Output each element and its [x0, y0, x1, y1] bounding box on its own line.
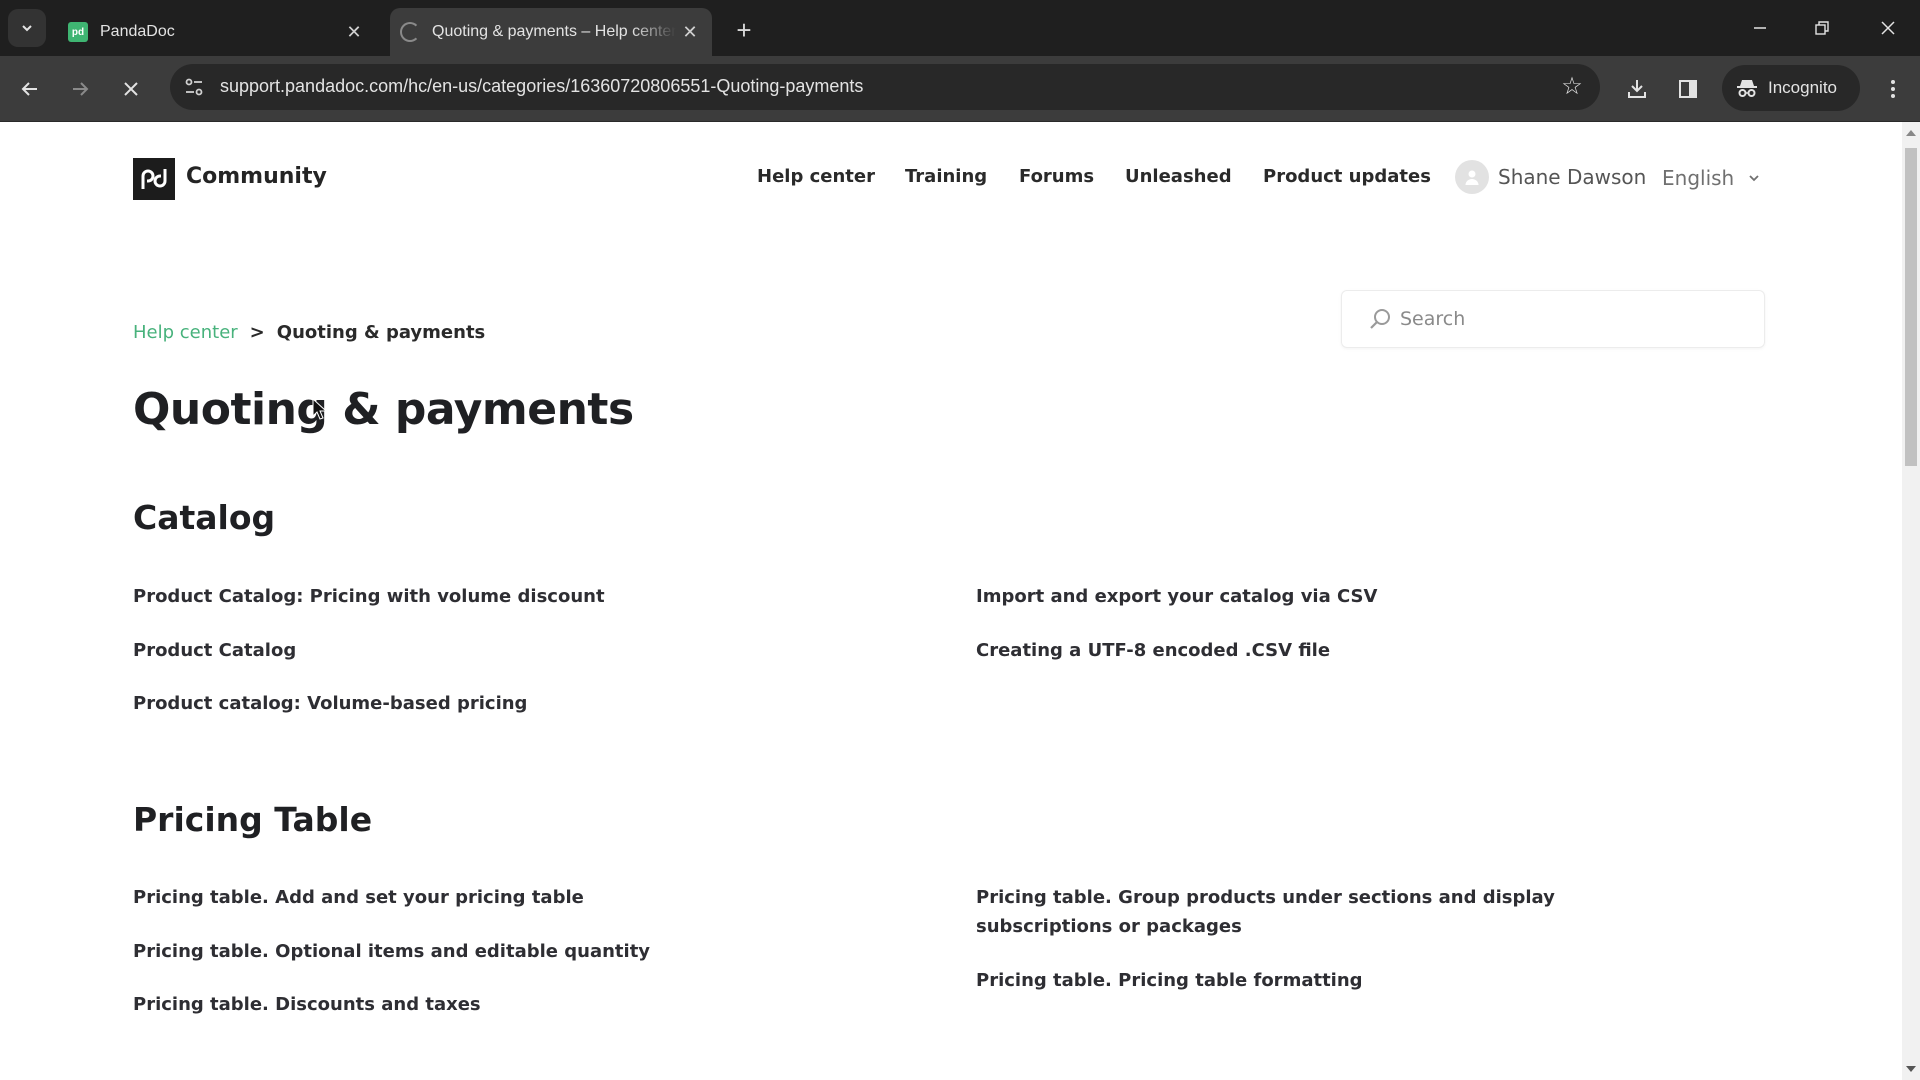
- pandadoc-favicon-icon: pd: [68, 22, 88, 42]
- restore-button[interactable]: [1800, 8, 1844, 48]
- article-link[interactable]: Product Catalog: Pricing with volume dis…: [133, 582, 913, 611]
- tab-title: Quoting & payments – Help center: [432, 23, 677, 40]
- download-icon: [1628, 80, 1646, 98]
- pandadoc-logo[interactable]: [133, 158, 175, 200]
- section-title-catalog[interactable]: Catalog: [133, 498, 275, 537]
- downloads-button[interactable]: [1620, 72, 1654, 106]
- brand-name[interactable]: Community: [186, 164, 327, 189]
- restore-icon: [1815, 21, 1829, 35]
- avatar: [1455, 160, 1489, 194]
- nav-product-updates[interactable]: Product updates: [1263, 166, 1431, 187]
- user-menu[interactable]: Shane Dawson: [1455, 160, 1646, 194]
- browser-tab-bar: pd PandaDoc ✕ Quoting & payments – Help …: [0, 0, 1920, 56]
- article-link[interactable]: Product Catalog: [133, 636, 913, 665]
- breadcrumb-help-center[interactable]: Help center: [133, 322, 238, 343]
- site-info-icon[interactable]: [182, 75, 206, 99]
- breadcrumb-separator: >: [249, 322, 265, 343]
- section-title-pricing-table[interactable]: Pricing Table: [133, 800, 372, 839]
- article-link[interactable]: Product catalog: Volume-based pricing: [133, 689, 913, 718]
- url-text[interactable]: support.pandadoc.com/hc/en-us/categories…: [220, 76, 863, 97]
- stop-icon: [124, 82, 138, 96]
- article-link[interactable]: Pricing table. Pricing table formatting: [976, 966, 1556, 995]
- close-icon: [1881, 21, 1895, 35]
- article-link[interactable]: Pricing table. Discounts and taxes: [133, 990, 913, 1019]
- browser-toolbar: support.pandadoc.com/hc/en-us/categories…: [0, 56, 1920, 122]
- more-vertical-icon: [1891, 80, 1895, 98]
- side-panel-icon: [1679, 80, 1697, 98]
- browser-menu-button[interactable]: [1876, 72, 1910, 106]
- tab-title: PandaDoc: [100, 23, 175, 40]
- back-button[interactable]: [13, 72, 47, 106]
- language-label: English: [1662, 166, 1735, 190]
- mouse-cursor-icon: [312, 398, 328, 420]
- loading-spinner-icon: [400, 22, 420, 42]
- article-link[interactable]: Pricing table. Optional items and editab…: [133, 937, 913, 966]
- address-bar[interactable]: support.pandadoc.com/hc/en-us/categories…: [170, 64, 1600, 110]
- article-link[interactable]: Pricing table. Group products under sect…: [976, 883, 1556, 941]
- forward-button[interactable]: [63, 72, 97, 106]
- side-panel-button[interactable]: [1671, 72, 1705, 106]
- language-selector[interactable]: English: [1662, 166, 1760, 190]
- search-icon: [1370, 309, 1390, 329]
- close-tab-icon[interactable]: ✕: [340, 18, 368, 46]
- tab-search-button[interactable]: [8, 9, 46, 47]
- nav-training[interactable]: Training: [905, 166, 987, 187]
- bookmark-star-icon[interactable]: ☆: [1558, 73, 1586, 101]
- user-icon: [1465, 170, 1479, 185]
- search-box[interactable]: [1341, 290, 1765, 348]
- scroll-down-arrow-icon[interactable]: [1906, 1066, 1916, 1072]
- tab-quoting-payments[interactable]: Quoting & payments – Help center ✕: [390, 8, 712, 56]
- tab-pandadoc[interactable]: pd PandaDoc ✕: [58, 8, 376, 56]
- nav-help-center[interactable]: Help center: [757, 166, 875, 187]
- breadcrumb: Help center > Quoting & payments: [133, 322, 485, 343]
- article-link[interactable]: Pricing table. Add and set your pricing …: [133, 883, 913, 912]
- breadcrumb-current: Quoting & payments: [276, 322, 486, 343]
- incognito-icon: [1737, 80, 1757, 97]
- scroll-up-arrow-icon[interactable]: [1906, 130, 1916, 136]
- close-tab-icon[interactable]: ✕: [676, 18, 704, 46]
- help-center-page: Community Help center Training Forums Un…: [0, 122, 1902, 1080]
- article-link[interactable]: Creating a UTF-8 encoded .CSV file: [976, 636, 1556, 665]
- incognito-label: Incognito: [1768, 78, 1837, 97]
- minimize-icon: [1754, 27, 1766, 29]
- user-name: Shane Dawson: [1498, 165, 1647, 189]
- arrow-left-icon: [21, 82, 37, 96]
- search-input[interactable]: [1400, 308, 1730, 330]
- pandadoc-logo-icon: [141, 169, 167, 189]
- page-scrollbar[interactable]: [1902, 122, 1920, 1080]
- close-window-button[interactable]: [1866, 8, 1910, 48]
- new-tab-button[interactable]: +: [728, 14, 760, 46]
- chevron-down-icon: [1749, 175, 1759, 182]
- incognito-indicator[interactable]: Incognito: [1722, 65, 1860, 111]
- nav-unleashed[interactable]: Unleashed: [1125, 166, 1232, 187]
- scrollbar-thumb[interactable]: [1905, 148, 1917, 466]
- arrow-right-icon: [73, 82, 89, 96]
- minimize-button[interactable]: [1738, 8, 1782, 48]
- nav-forums[interactable]: Forums: [1019, 166, 1094, 187]
- chevron-down-icon: [22, 25, 32, 32]
- stop-loading-button[interactable]: [114, 72, 148, 106]
- article-link[interactable]: Import and export your catalog via CSV: [976, 582, 1556, 611]
- page-title: Quoting & payments: [133, 384, 634, 435]
